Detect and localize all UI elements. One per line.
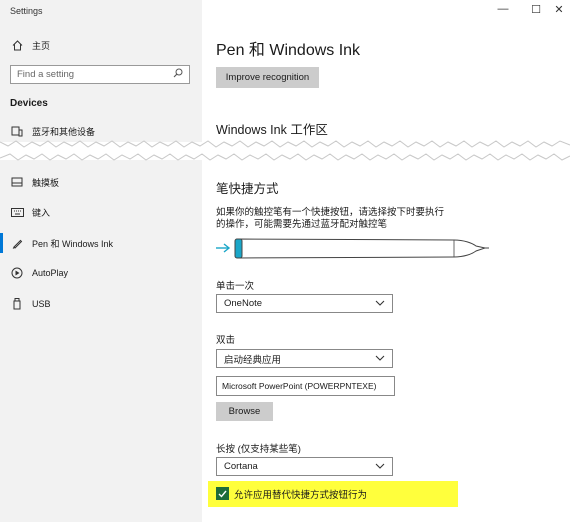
single-click-dropdown[interactable]: OneNote: [216, 294, 393, 313]
search-input[interactable]: Find a setting: [10, 65, 190, 84]
close-button[interactable]: ✕: [551, 3, 567, 16]
sidebar-item-label: 主页: [32, 40, 51, 51]
sidebar-item-label: USB: [32, 299, 51, 309]
usb-icon: [10, 298, 24, 310]
checkmark-icon: [218, 485, 227, 503]
sidebar-item-autoplay[interactable]: AutoPlay: [0, 262, 202, 284]
press-hold-value: Cortana: [224, 461, 258, 472]
sidebar-item-touchpad[interactable]: 触摸板: [0, 171, 202, 193]
page-title: Pen 和 Windows Ink: [216, 42, 361, 59]
sidebar-item-label: 键入: [32, 207, 51, 218]
minimize-button[interactable]: —: [495, 3, 511, 15]
single-click-value: OneNote: [224, 298, 263, 309]
arrow-right-icon: [216, 243, 231, 253]
chevron-down-icon: [375, 298, 385, 309]
window-title: Settings: [10, 6, 43, 16]
pen-shortcuts-description: 如果你的触控笔有一个快捷按钮，请选择按下时要执行的操作，可能需要先通过蓝牙配对触…: [216, 207, 445, 230]
override-checkbox-label: 允许应用替代快捷方式按钮行为: [234, 490, 368, 501]
search-placeholder: Find a setting: [17, 69, 75, 80]
windows-ink-workspace-heading: Windows Ink 工作区: [216, 123, 328, 137]
sidebar-item-label: Pen 和 Windows Ink: [32, 238, 114, 249]
single-click-label: 单击一次: [216, 281, 255, 292]
press-hold-label: 长按 (仅支持某些笔): [216, 444, 301, 455]
torn-edge-divider: [0, 140, 570, 161]
double-click-label: 双击: [216, 335, 236, 346]
pen-shortcuts-heading: 笔快捷方式: [216, 182, 279, 196]
pen-illustration: [216, 238, 489, 259]
improve-recognition-button[interactable]: Improve recognition: [216, 67, 319, 88]
maximize-button[interactable]: ☐: [528, 3, 544, 16]
home-icon: [10, 39, 24, 51]
autoplay-icon: [10, 267, 24, 279]
chevron-down-icon: [375, 353, 385, 364]
press-hold-dropdown[interactable]: Cortana: [216, 457, 393, 476]
double-click-value: 启动经典应用: [224, 354, 282, 366]
bluetooth-devices-icon: [10, 126, 24, 137]
keyboard-icon: [10, 207, 24, 217]
browse-button[interactable]: Browse: [216, 402, 273, 421]
sidebar-item-usb[interactable]: USB: [0, 293, 202, 315]
sidebar-section-devices: Devices: [10, 98, 48, 109]
sidebar-item-pen[interactable]: Pen 和 Windows Ink: [0, 232, 202, 254]
chevron-down-icon: [375, 461, 385, 472]
double-click-dropdown[interactable]: 启动经典应用: [216, 349, 393, 368]
sidebar-item-label: AutoPlay: [32, 268, 69, 278]
override-checkbox[interactable]: [216, 487, 229, 500]
pen-icon: [10, 238, 24, 249]
sidebar-item-home[interactable]: 主页: [0, 34, 202, 56]
touchpad-icon: [10, 177, 24, 187]
classic-app-path-field[interactable]: Microsoft PowerPoint (POWERPNTEXE): [216, 376, 395, 396]
sidebar-item-label: 触摸板: [32, 177, 60, 188]
sidebar-item-typing[interactable]: 键入: [0, 201, 202, 223]
search-icon: [173, 68, 183, 81]
sidebar-item-label: 蓝牙和其他设备: [32, 126, 96, 137]
